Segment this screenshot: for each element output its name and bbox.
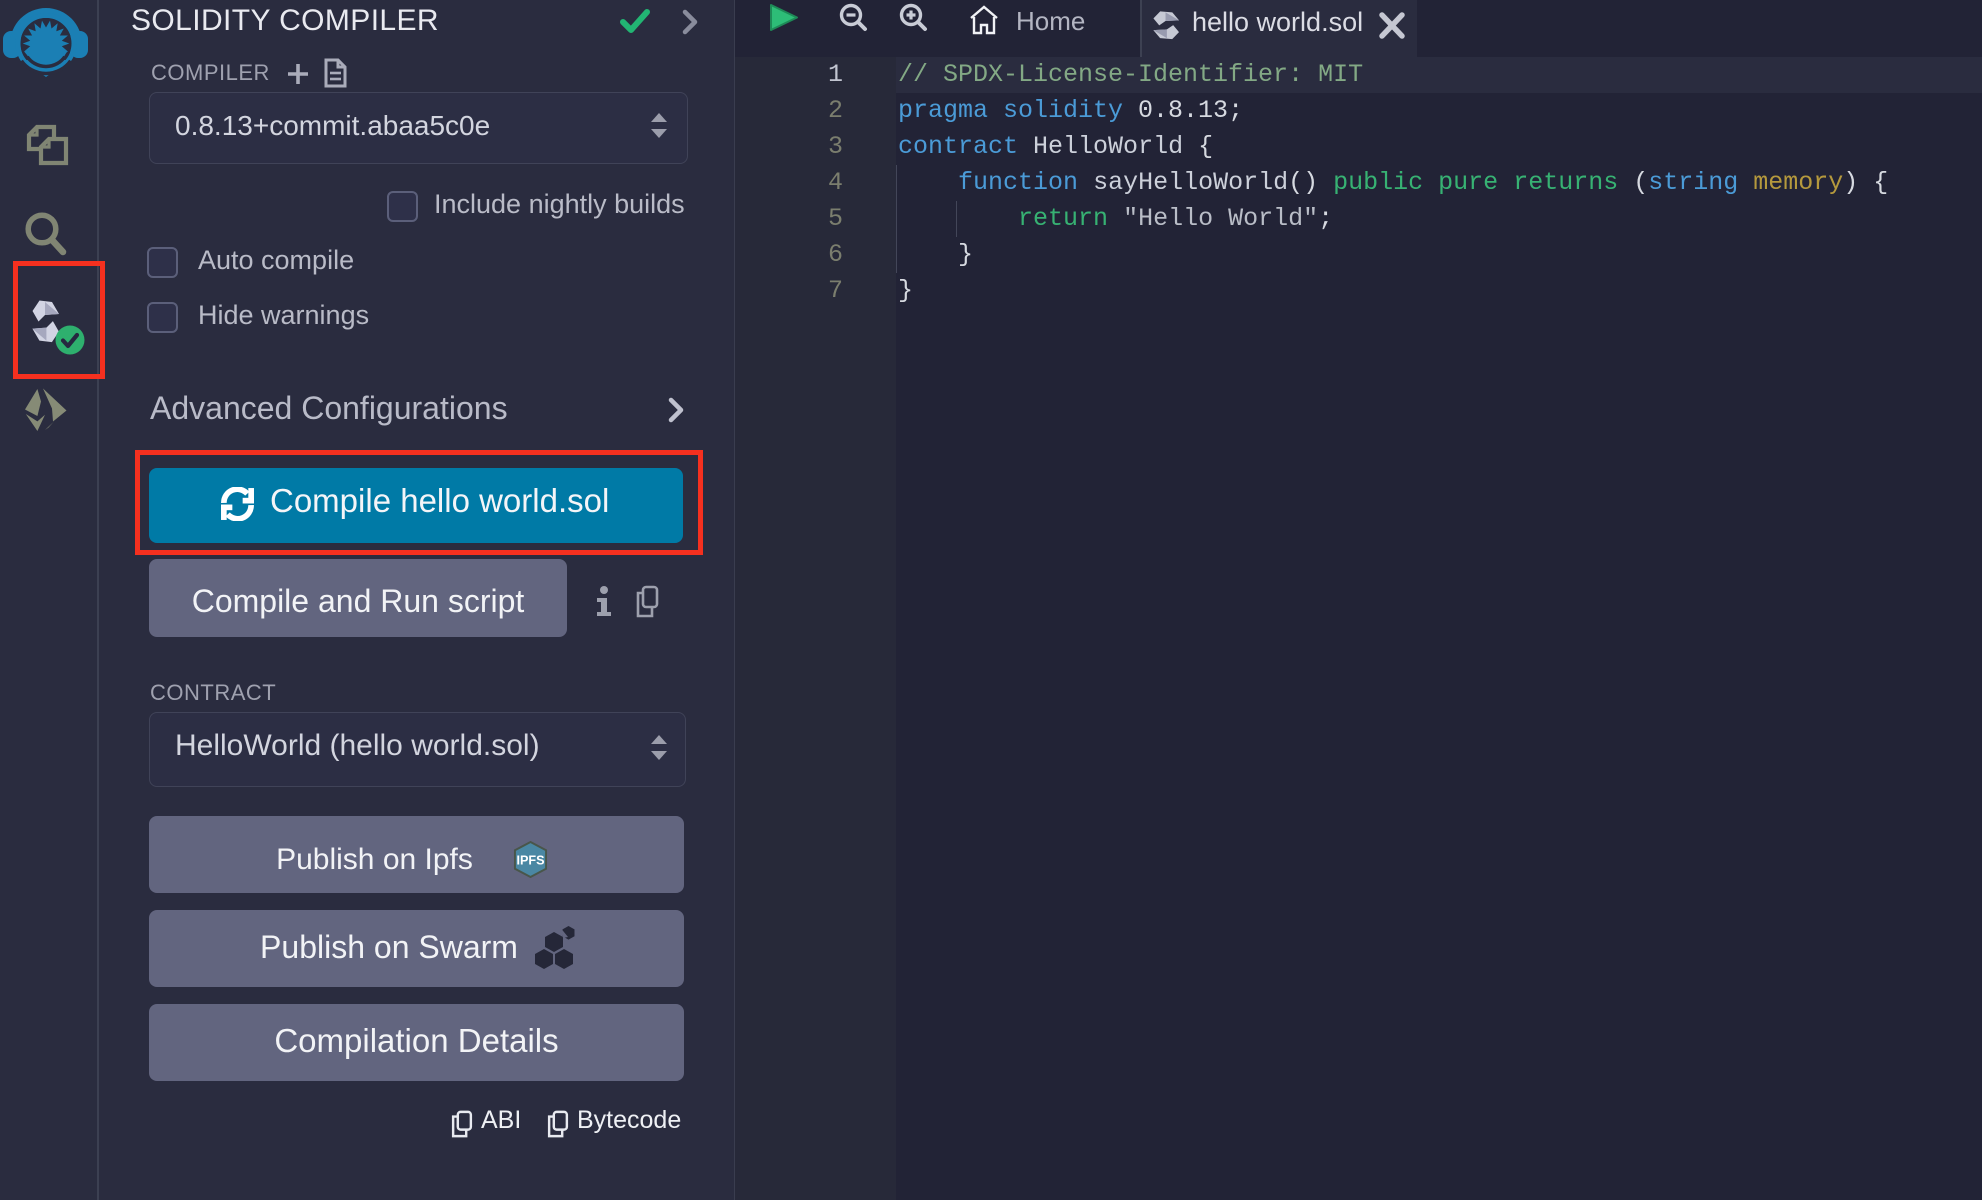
svg-text:IPFS: IPFS xyxy=(516,853,544,867)
